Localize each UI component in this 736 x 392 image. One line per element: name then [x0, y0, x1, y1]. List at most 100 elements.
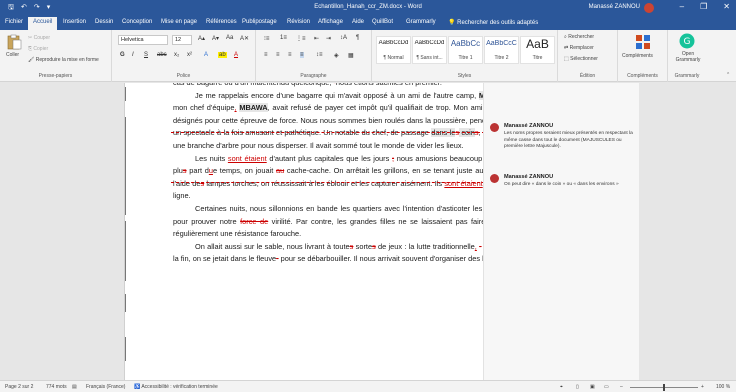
- tell-me-search[interactable]: 💡 Rechercher des outils adaptés: [448, 19, 538, 26]
- comment-connector: [171, 182, 485, 183]
- find-button[interactable]: ⌕ Rechercher: [564, 34, 594, 40]
- cut-label: Couper: [33, 35, 50, 41]
- align-right-button[interactable]: ≡: [288, 52, 292, 58]
- open-grammarly-label: Open Grammarly: [675, 51, 701, 63]
- zoom-level[interactable]: 100 %: [716, 384, 730, 390]
- show-marks-button[interactable]: ¶: [356, 35, 359, 41]
- focus-icon[interactable]: ⌖: [560, 384, 563, 390]
- align-left-button[interactable]: ≡: [264, 52, 268, 58]
- tab-publipostage[interactable]: Publipostage: [242, 19, 277, 25]
- tab-mise-en-page[interactable]: Mise en page: [161, 19, 197, 25]
- replace-button[interactable]: ⇄ Remplacer: [564, 45, 594, 51]
- style-heading-2[interactable]: AaBbCcC Titre 2: [484, 36, 519, 64]
- proofing-icon[interactable]: ▤: [72, 384, 77, 390]
- text-run: cas de bagarre ou d'un malentendu quelco…: [173, 83, 333, 87]
- word-count[interactable]: 774 mots: [46, 384, 67, 390]
- style-title[interactable]: AaB Titre: [520, 36, 555, 64]
- tab-accueil[interactable]: Accueil: [28, 17, 58, 30]
- comment-1[interactable]: Manassé ZANNOU Les noms propres seraient…: [490, 123, 636, 161]
- change-bar: [125, 117, 126, 215]
- user-name[interactable]: Manassé ZANNOU: [589, 4, 640, 10]
- clear-format-button[interactable]: A✕: [240, 35, 249, 42]
- font-group: Helvetica 12 A▴ A▾ Aa A✕ G I S abc x₂ x²…: [112, 30, 256, 82]
- align-center-button[interactable]: ≡: [276, 52, 280, 58]
- tab-references[interactable]: Références: [206, 19, 237, 25]
- commented-text: MBAWA: [239, 103, 268, 113]
- comment-connector: [171, 132, 485, 133]
- web-layout-icon[interactable]: ▭: [604, 384, 609, 390]
- underline-button[interactable]: S: [144, 52, 148, 58]
- shading-button[interactable]: ◈: [334, 52, 339, 59]
- accessibility-status[interactable]: ♿ Accessibilité : vérification terminée: [134, 384, 218, 390]
- comment-text: Les noms propres seraient mieux présenté…: [504, 131, 633, 149]
- tab-fichier[interactable]: Fichier: [5, 19, 23, 25]
- window-controls: – ❐ ✕: [680, 2, 730, 11]
- tab-quillbot[interactable]: QuillBot: [372, 19, 393, 25]
- print-layout-icon[interactable]: ▣: [590, 384, 595, 390]
- read-mode-icon[interactable]: ▯: [576, 384, 579, 390]
- change-bar: [125, 294, 126, 312]
- tell-me-label: Rechercher des outils adaptés: [457, 20, 539, 26]
- superscript-button[interactable]: x²: [187, 52, 192, 58]
- ribbon: Coller ✂ Couper ⎘ Copier 🖌 Reproduire la…: [0, 30, 736, 82]
- select-button[interactable]: ⬚ Sélectionner: [564, 56, 598, 62]
- copy-button[interactable]: ⎘ Copier: [28, 46, 48, 52]
- zoom-in-button[interactable]: +: [701, 384, 704, 390]
- close-button[interactable]: ✕: [723, 2, 730, 11]
- insertion: sont étaient: [444, 178, 483, 188]
- grow-font-button[interactable]: A▴: [198, 35, 205, 42]
- tab-insertion[interactable]: Insertion: [63, 19, 86, 25]
- insertion: sont étaient: [227, 153, 267, 163]
- shrink-font-button[interactable]: A▾: [212, 35, 219, 42]
- text-run: part d: [186, 166, 209, 176]
- maximize-button[interactable]: ❐: [700, 2, 707, 11]
- bullets-button[interactable]: ⁝≡: [264, 35, 269, 42]
- language[interactable]: Français (France): [86, 384, 125, 390]
- status-bar: Page 2 sur 2 774 mots ▤ Français (France…: [0, 380, 736, 392]
- tab-grammarly[interactable]: Grammarly: [406, 19, 436, 25]
- page-count[interactable]: Page 2 sur 2: [5, 384, 33, 390]
- tab-affichage[interactable]: Affichage: [318, 19, 343, 25]
- numbering-button[interactable]: 1≡: [280, 35, 287, 41]
- text-run: e temps, on jouait: [212, 166, 276, 176]
- decrease-indent-button[interactable]: ⇤: [314, 35, 319, 42]
- cut-button[interactable]: ✂ Couper: [28, 35, 50, 41]
- zoom-slider[interactable]: [630, 384, 698, 391]
- comment-2[interactable]: Manassé ZANNOU On peut dire « dans le co…: [490, 174, 636, 196]
- minimize-button[interactable]: –: [680, 2, 684, 11]
- text-effects-button[interactable]: A: [204, 52, 208, 58]
- style-heading-1[interactable]: AaBbCc Titre 1: [448, 36, 483, 64]
- style-normal[interactable]: AaBbCcDd ¶ Normal: [376, 36, 411, 64]
- line-spacing-button[interactable]: ↕≡: [316, 52, 323, 58]
- strikethrough-button[interactable]: abc: [157, 52, 167, 58]
- bold-button[interactable]: G: [120, 52, 125, 58]
- style-no-spacing[interactable]: AaBbCcDd ¶ Sans int...: [412, 36, 447, 64]
- multilevel-list-button[interactable]: ⋮≡: [296, 35, 306, 42]
- zoom-thumb[interactable]: [663, 384, 665, 391]
- zoom-out-button[interactable]: –: [620, 384, 623, 390]
- tab-dessin[interactable]: Dessin: [95, 19, 113, 25]
- tab-revision[interactable]: Révision: [287, 19, 310, 25]
- format-painter-button[interactable]: 🖌 Reproduire la mise en forme: [28, 57, 99, 63]
- sort-button[interactable]: ↕A: [340, 35, 347, 41]
- justify-button[interactable]: ≡: [300, 52, 304, 58]
- tab-conception[interactable]: Conception: [122, 19, 152, 25]
- text-run: On allait aussi sur le sable, nous livra…: [195, 241, 350, 251]
- increase-indent-button[interactable]: ⇥: [326, 35, 331, 42]
- font-name-box[interactable]: Helvetica: [118, 35, 168, 45]
- paste-button[interactable]: Coller: [4, 34, 24, 66]
- subscript-button[interactable]: x₂: [174, 52, 179, 58]
- style-preview: AaBbCc: [450, 39, 481, 48]
- paragraph-group-label: Paragraphe: [300, 73, 327, 79]
- change-case-button[interactable]: Aa: [226, 35, 233, 41]
- italic-button[interactable]: I: [132, 52, 134, 58]
- open-grammarly-button[interactable]: G Open Grammarly: [668, 33, 706, 67]
- tab-aide[interactable]: Aide: [352, 19, 364, 25]
- font-color-button[interactable]: A: [234, 52, 238, 58]
- complements-button[interactable]: Compléments: [618, 34, 668, 64]
- highlight-button[interactable]: ab: [218, 52, 227, 58]
- font-size-box[interactable]: 12: [172, 35, 192, 45]
- borders-button[interactable]: ▦: [348, 52, 354, 59]
- collapse-ribbon-icon[interactable]: ⌃: [726, 72, 730, 78]
- avatar[interactable]: [644, 3, 654, 13]
